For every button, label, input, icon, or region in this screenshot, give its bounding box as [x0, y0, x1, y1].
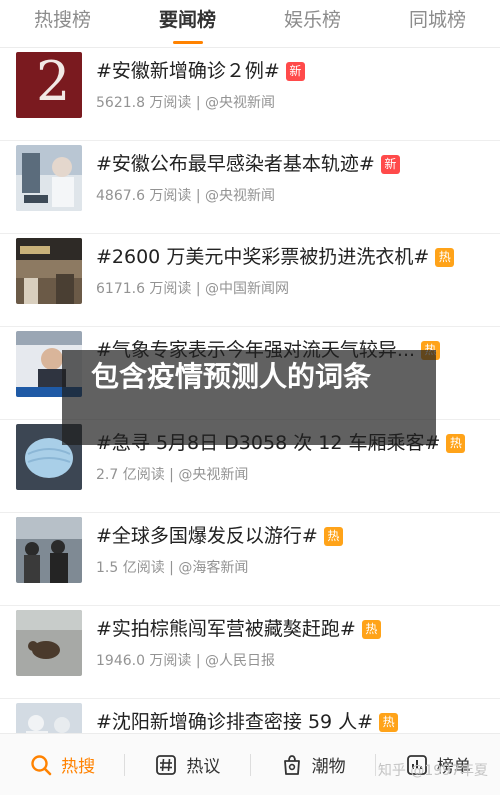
- tab-local[interactable]: 同城榜: [375, 0, 500, 47]
- bottom-nav-label: 热搜: [61, 757, 96, 777]
- item-title: #实拍棕熊闯军营被藏獒赶跑# 热: [96, 616, 491, 642]
- item-title-text: #实拍棕熊闯军营被藏獒赶跑#: [96, 618, 356, 640]
- bottom-nav-hot-search[interactable]: 热搜: [0, 734, 124, 795]
- item-meta: 6171.6 万阅读 | @中国新闻网: [96, 281, 290, 297]
- item-title: #2600 万美元中奖彩票被扔进洗衣机# 热: [96, 244, 491, 270]
- item-title: #安徽公布最早感染者基本轨迹# 新: [96, 151, 491, 177]
- thumbnail-image: [16, 610, 82, 676]
- hot-badge: 热: [323, 527, 343, 546]
- caption-overlay: 包含疫情预测人的词条: [62, 350, 436, 445]
- watermark: 知乎 @1997年夏: [377, 763, 488, 779]
- list-item[interactable]: #安徽公布最早感染者基本轨迹# 新 4867.6 万阅读 | @央视新闻: [0, 141, 500, 234]
- item-meta: 1946.0 万阅读 | @人民日报: [96, 653, 276, 669]
- new-badge: 新: [285, 62, 305, 81]
- new-badge: 新: [380, 155, 400, 174]
- tab-news[interactable]: 要闻榜: [125, 0, 250, 47]
- item-title-text: #沈阳新增确诊排查密接 59 人#: [96, 711, 374, 733]
- protest-photo: [16, 517, 82, 583]
- item-title: #沈阳新增确诊排查密接 59 人# 热: [96, 709, 491, 735]
- list-item[interactable]: #2600 万美元中奖彩票被扔进洗衣机# 热 6171.6 万阅读 | @中国新闻…: [0, 234, 500, 327]
- bottom-nav-discussion[interactable]: 热议: [125, 734, 249, 795]
- bottom-nav-trend[interactable]: 潮物: [251, 734, 375, 795]
- hot-badge: 热: [446, 434, 466, 453]
- list-item[interactable]: #实拍棕熊闯军营被藏獒赶跑# 热 1946.0 万阅读 | @人民日报: [0, 606, 500, 699]
- bag-icon: [283, 754, 300, 775]
- overlay-caption: 包含疫情预测人的词条: [90, 360, 371, 393]
- thumbnail-image: [16, 145, 82, 211]
- search-icon: [31, 754, 52, 775]
- item-meta: 2.7 亿阅读 | @央视新闻: [96, 467, 249, 483]
- bottom-nav-label: 潮物: [311, 757, 346, 777]
- tab-hot-search[interactable]: 热搜榜: [0, 0, 125, 47]
- hot-badge: 热: [361, 620, 381, 639]
- store-photo: [16, 238, 82, 304]
- lab-photo: [16, 145, 82, 211]
- item-title: #安徽新增确诊２例# 新: [96, 58, 491, 84]
- item-meta: 1.5 亿阅读 | @海客新闻: [96, 560, 249, 576]
- top-tab-bar: 热搜榜 要闻榜 娱乐榜 同城榜: [0, 0, 500, 48]
- item-meta: 5621.8 万阅读 | @央视新闻: [96, 95, 276, 111]
- thumbnail-image: [16, 517, 82, 583]
- hot-badge: 热: [379, 713, 399, 732]
- hot-badge: 热: [435, 248, 455, 267]
- tab-entertainment[interactable]: 娱乐榜: [250, 0, 375, 47]
- item-title-text: #全球多国爆发反以游行#: [96, 525, 318, 547]
- list-item[interactable]: #全球多国爆发反以游行# 热 1.5 亿阅读 | @海客新闻: [0, 513, 500, 606]
- item-title-text: #2600 万美元中奖彩票被扔进洗衣机#: [96, 246, 430, 268]
- item-title-text: #安徽公布最早感染者基本轨迹#: [96, 153, 375, 175]
- list-item[interactable]: 2 #安徽新增确诊２例# 新 5621.8 万阅读 | @央视新闻: [0, 48, 500, 141]
- item-title-text: #安徽新增确诊２例#: [96, 60, 280, 82]
- hashtag-icon: [156, 754, 177, 775]
- thumbnail-image: 2: [16, 52, 82, 118]
- item-title: #全球多国爆发反以游行# 热: [96, 523, 491, 549]
- item-meta: 4867.6 万阅读 | @央视新闻: [96, 188, 276, 204]
- bottom-nav-label: 热议: [186, 757, 221, 777]
- bear-photo: [16, 610, 82, 676]
- thumbnail-image: [16, 238, 82, 304]
- thumbnail-number: 2: [36, 52, 71, 113]
